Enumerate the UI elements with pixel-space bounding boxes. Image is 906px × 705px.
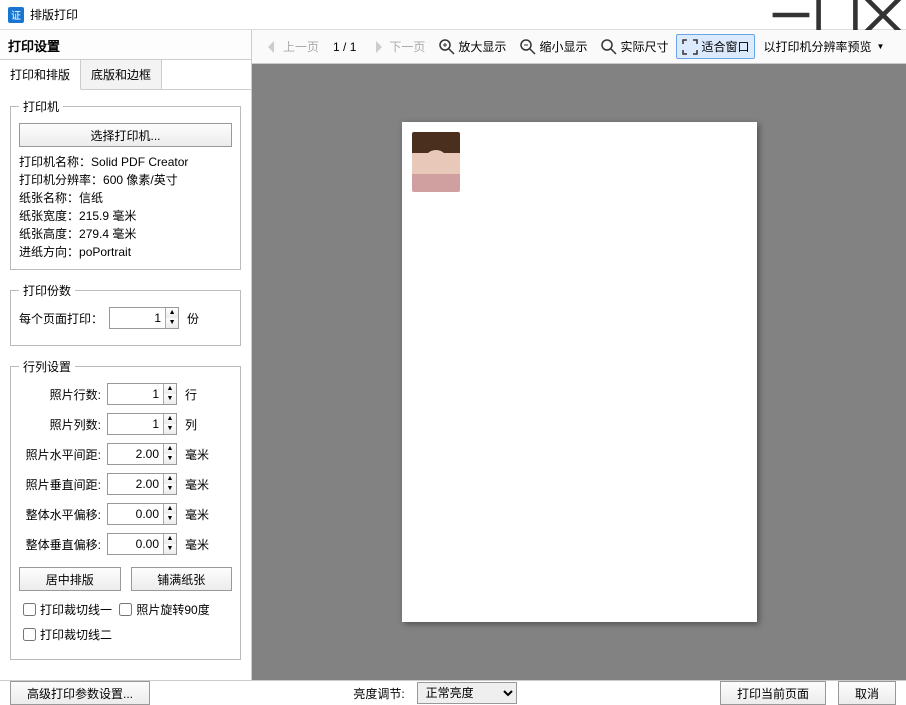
grid-group: 行列设置 照片行数: ▲▼ 行 照片列数: ▲▼ 列 照片水平间距: ▲▼ 毫米…	[10, 358, 241, 660]
titlebar: 证 排版打印	[0, 0, 906, 30]
preview-area[interactable]	[252, 64, 906, 680]
dropdown-icon: ▼	[877, 42, 885, 51]
arrow-left-icon	[264, 39, 280, 55]
brightness-select[interactable]: 正常亮度	[417, 682, 517, 704]
cutline1-checkbox[interactable]: 打印裁切线一	[23, 601, 112, 618]
select-printer-button[interactable]: 选择打印机...	[19, 123, 232, 147]
fit-window-button[interactable]: 适合窗口	[676, 34, 755, 59]
voff-input[interactable]: ▲▼	[107, 533, 177, 555]
zoom-out-button[interactable]: 缩小显示	[514, 34, 593, 59]
app-icon: 证	[8, 7, 24, 23]
hgap-input[interactable]: ▲▼	[107, 443, 177, 465]
next-page-button[interactable]: 下一页	[364, 34, 431, 59]
prev-page-button[interactable]: 上一页	[258, 34, 325, 59]
tab-layout[interactable]: 打印和排版	[0, 60, 81, 90]
actual-size-button[interactable]: 实际尺寸	[595, 34, 674, 59]
minimize-button[interactable]	[768, 0, 814, 30]
fill-paper-button[interactable]: 铺满纸张	[131, 567, 233, 591]
rotate90-checkbox[interactable]: 照片旋转90度	[119, 601, 209, 618]
cutline2-checkbox[interactable]: 打印裁切线二	[23, 626, 112, 643]
close-button[interactable]	[860, 0, 906, 30]
preview-toolbar: 上一页 1 / 1 下一页 放大显示 缩小显示 实际尺寸 适合窗口	[252, 30, 906, 64]
printer-legend: 打印机	[19, 98, 63, 115]
paper-name-value: 信纸	[79, 191, 103, 205]
window-title: 排版打印	[30, 6, 768, 23]
hoff-input[interactable]: ▲▼	[107, 503, 177, 525]
center-layout-button[interactable]: 居中排版	[19, 567, 121, 591]
zoom-in-button[interactable]: 放大显示	[433, 34, 512, 59]
vgap-input[interactable]: ▲▼	[107, 473, 177, 495]
page-preview	[402, 122, 757, 622]
settings-tabs: 打印和排版 底版和边框	[0, 60, 251, 90]
copies-group: 打印份数 每个页面打印： ▲▼ 份	[10, 282, 241, 346]
settings-sidebar: 打印设置 打印和排版 底版和边框 打印机 选择打印机... 打印机名称：Soli…	[0, 30, 252, 680]
tab-border[interactable]: 底版和边框	[81, 60, 162, 89]
paper-width-value: 215.9 毫米	[79, 209, 136, 223]
settings-header: 打印设置	[0, 30, 251, 60]
cols-input[interactable]: ▲▼	[107, 413, 177, 435]
page-indicator: 1 / 1	[327, 40, 362, 54]
printer-res-preview-button[interactable]: 以打印机分辨率预览▼	[757, 34, 890, 59]
zoom-out-icon	[520, 39, 536, 55]
spinner-up-icon[interactable]: ▲	[166, 308, 178, 318]
rows-input[interactable]: ▲▼	[107, 383, 177, 405]
orientation-value: poPortrait	[79, 245, 131, 259]
zoom-in-icon	[439, 39, 455, 55]
paper-height-value: 279.4 毫米	[79, 227, 136, 241]
printer-res-value: 600 像素/英寸	[103, 173, 178, 187]
print-page-button[interactable]: 打印当前页面	[720, 681, 826, 705]
photo-thumbnail	[412, 132, 460, 192]
cancel-button[interactable]: 取消	[838, 681, 896, 705]
footer-bar: 高级打印参数设置... 亮度调节: 正常亮度 打印当前页面 取消	[0, 680, 906, 705]
maximize-button[interactable]	[814, 0, 860, 30]
printer-group: 打印机 选择打印机... 打印机名称：Solid PDF Creator 打印机…	[10, 98, 241, 270]
arrow-right-icon	[370, 39, 386, 55]
printer-name-value: Solid PDF Creator	[91, 155, 188, 169]
brightness-label: 亮度调节:	[353, 685, 404, 702]
spinner-down-icon[interactable]: ▼	[166, 318, 178, 328]
copies-input[interactable]: ▲▼	[109, 307, 179, 329]
fit-window-icon	[682, 39, 698, 55]
advanced-settings-button[interactable]: 高级打印参数设置...	[10, 681, 150, 705]
actual-size-icon	[601, 39, 617, 55]
